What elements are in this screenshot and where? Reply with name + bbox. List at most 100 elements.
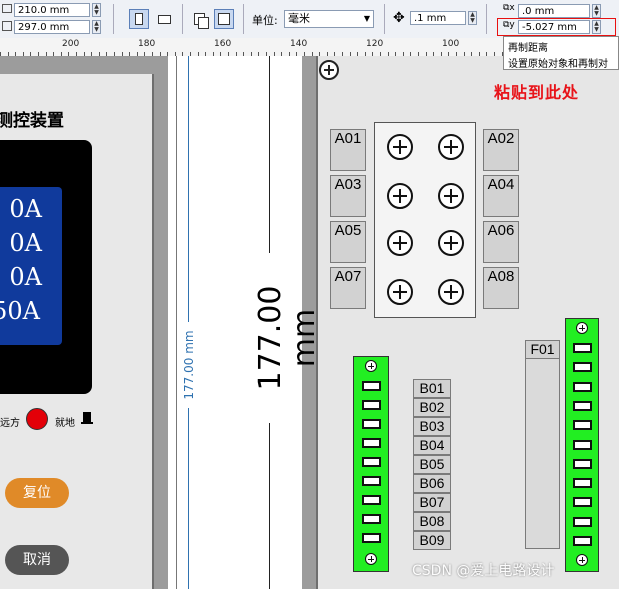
tooltip-title: 再制距离 — [508, 43, 548, 54]
all-pages-button[interactable] — [190, 9, 210, 29]
screw-icon — [387, 230, 413, 256]
toolbar-separator — [113, 4, 114, 34]
terminal-label-box: B05 — [413, 455, 451, 474]
screw-icon — [387, 183, 413, 209]
strip-screw-slot — [581, 325, 583, 331]
device-title: 测控装置 — [0, 111, 64, 131]
property-toolbar: 210.0 mm ▲ ▼ 297.0 mm ▲ ▼ 单位: 毫米 ▼ ✥ .1 mm… — [0, 0, 619, 39]
cancel-button[interactable]: 取消 — [5, 545, 69, 575]
screw-slot-v — [450, 189, 452, 203]
page-canvas: 177.00 mm 177.00 mm — [168, 56, 322, 589]
width-icon — [2, 4, 12, 13]
portrait-icon — [135, 13, 143, 25]
current-reading: 0A — [9, 263, 42, 291]
tooltip: 再制距离 设置原始对象和再制对 — [503, 36, 619, 70]
width-spinner[interactable]: ▲ ▼ — [92, 3, 101, 17]
terminal-slot — [573, 439, 592, 450]
display-screen: 0A 0A 0A 50A — [0, 187, 62, 345]
current-reading: 0A — [9, 195, 42, 223]
nudge-field[interactable]: .1 mm — [410, 11, 466, 25]
local-label: 就地 — [55, 418, 75, 429]
terminal-slot — [362, 419, 381, 429]
ruler-tick — [91, 52, 93, 56]
screw-slot-v — [450, 285, 452, 299]
paste-here-annotation: 粘贴到此处 — [494, 83, 580, 102]
dimension-large-text[interactable]: 177.00 mm — [253, 253, 322, 423]
terminal-slot — [362, 438, 381, 448]
ruler-tick — [7, 52, 9, 56]
offset-x-field[interactable]: .0 mm — [518, 4, 590, 18]
ruler-tick — [68, 52, 70, 56]
height-spinner[interactable]: ▲ ▼ — [92, 20, 101, 34]
local-indicator-icon — [83, 412, 91, 422]
duplicate-x-icon: ⧉x — [503, 3, 515, 13]
screw-icon — [438, 134, 464, 160]
terminal-label-box: B06 — [413, 474, 451, 493]
screw-slot-v — [399, 189, 401, 203]
height-field[interactable]: 297.0 mm — [14, 20, 90, 34]
ruler-tick — [15, 52, 17, 56]
watermark: CSDN @爱上电路设计 — [412, 563, 555, 579]
ruler-tick — [22, 52, 24, 56]
terminal-f01-block — [525, 340, 560, 549]
screw-icon — [438, 279, 464, 305]
remote-label: 远方 — [0, 418, 20, 429]
width-field[interactable]: 210.0 mm — [14, 3, 90, 17]
current-page-button[interactable] — [214, 9, 234, 29]
offset-x-spinner[interactable]: ▲ ▼ — [592, 4, 601, 18]
dimension-small-text[interactable]: 177.00 mm — [182, 322, 196, 408]
landscape-icon — [158, 15, 171, 24]
terminal-label-box: A07 — [330, 267, 366, 309]
screw-slot-v — [399, 285, 401, 299]
chevron-down-icon: ▼ — [363, 14, 370, 23]
unit-select-value: 毫米 — [288, 12, 310, 25]
duplicate-y-icon: ⧉y — [503, 20, 515, 30]
terminal-slot — [573, 536, 592, 546]
terminal-label-box: B03 — [413, 417, 451, 436]
landscape-button[interactable] — [154, 9, 174, 29]
ruler-tick — [76, 52, 77, 56]
strip-screw-icon — [365, 553, 377, 565]
unit-select[interactable]: 毫米 ▼ — [284, 10, 374, 28]
ruler-tick — [60, 52, 62, 56]
terminal-f01-label: F01 — [525, 340, 560, 359]
tooltip-description: 设置原始对象和再制对 — [508, 59, 608, 70]
reset-button[interactable]: 复位 — [5, 478, 69, 508]
offset-y-field[interactable]: -5.027 mm — [518, 20, 590, 34]
nudge-icon: ✥ — [393, 10, 405, 26]
guide-line — [176, 56, 177, 589]
strip-screw-icon — [365, 360, 377, 372]
toolbar-separator — [243, 4, 244, 34]
ruler-tick — [121, 52, 123, 56]
terminal-slot — [362, 533, 381, 543]
terminal-slot — [573, 381, 592, 392]
ruler-tick — [38, 52, 39, 56]
ruler-label: 100 — [442, 39, 460, 49]
screw-slot-v — [399, 236, 401, 250]
strip-screw-slot — [370, 363, 372, 369]
portrait-button[interactable] — [129, 9, 149, 29]
terminal-label-box: A01 — [330, 129, 366, 171]
ruler-tick — [311, 52, 313, 56]
terminal-slot — [362, 495, 381, 505]
ruler-tick — [30, 52, 32, 56]
terminal-label-box: A03 — [330, 175, 366, 217]
terminal-slot — [573, 478, 592, 489]
terminal-slot — [362, 457, 381, 467]
terminal-label-box: B01 — [413, 379, 451, 398]
terminal-label-box: B08 — [413, 512, 451, 531]
strip-screw-slot — [370, 556, 372, 562]
strip-screw-icon — [576, 554, 588, 566]
ruler-tick — [53, 52, 55, 56]
terminal-slot — [573, 458, 592, 469]
terminal-label-box: B09 — [413, 531, 451, 550]
nudge-spinner[interactable]: ▲ ▼ — [468, 11, 477, 25]
mode-switch-knob[interactable] — [26, 408, 48, 430]
offset-y-spinner[interactable]: ▲ ▼ — [592, 20, 601, 34]
terminal-slot — [573, 400, 592, 411]
ruler-tick — [98, 52, 100, 56]
terminal-slot — [362, 400, 381, 410]
ruler-label: 200 — [62, 39, 80, 49]
ruler-tick — [45, 52, 47, 56]
terminal-slot — [573, 516, 592, 527]
